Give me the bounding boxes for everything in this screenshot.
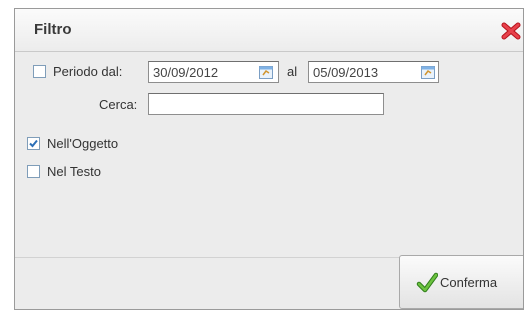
text-checkbox-label: Nel Testo xyxy=(47,164,101,179)
filter-dialog: Filtro Periodo dal: al Cerca: xyxy=(14,8,524,310)
check-icon xyxy=(416,272,439,294)
confirm-button-label: Conferma xyxy=(440,275,498,290)
object-checkbox[interactable] xyxy=(27,137,40,150)
periodo-checkbox[interactable] xyxy=(33,65,46,78)
text-checkbox[interactable] xyxy=(27,165,40,178)
confirm-button[interactable]: Conferma xyxy=(399,255,523,309)
object-checkbox-label: Nell'Oggetto xyxy=(47,136,119,151)
periodo-label: Periodo dal: xyxy=(53,64,123,79)
date-to-label: al xyxy=(287,64,298,79)
calendar-icon[interactable] xyxy=(421,66,435,79)
close-icon[interactable] xyxy=(501,22,521,40)
search-label: Cerca: xyxy=(99,97,138,112)
dialog-title: Filtro xyxy=(34,21,72,38)
dialog-titlebar: Filtro xyxy=(15,9,523,52)
calendar-icon[interactable] xyxy=(259,66,273,79)
search-input[interactable] xyxy=(148,93,384,115)
date-to-input[interactable] xyxy=(308,61,439,83)
